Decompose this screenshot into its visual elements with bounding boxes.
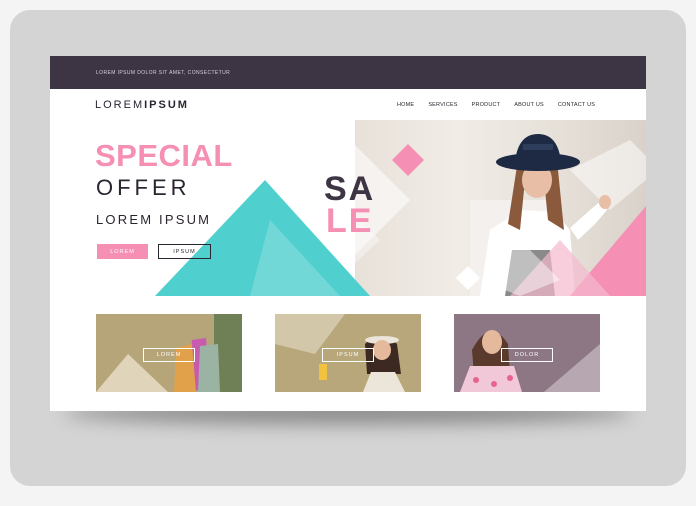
top-bar: LOREM IPSUM DOLOR SIT AMET, CONSECTETUR [50, 56, 646, 89]
hero-headline: SPECIAL [95, 138, 233, 173]
hero-pink-diamond [392, 144, 424, 176]
nav-product[interactable]: PRODUCT [472, 102, 501, 108]
nav-about-us[interactable]: ABOUT US [514, 102, 544, 108]
website-page: LOREM IPSUM DOLOR SIT AMET, CONSECTETUR … [50, 56, 646, 411]
nav-services[interactable]: SERVICES [428, 102, 457, 108]
nav-home[interactable]: HOME [397, 102, 414, 108]
category-card-3[interactable]: DOLOR [454, 314, 600, 392]
top-bar-tagline: LOREM IPSUM DOLOR SIT AMET, CONSECTETUR [96, 70, 231, 76]
hero-secondary-button[interactable]: IPSUM [158, 244, 211, 259]
nav-contact-us[interactable]: CONTACT US [558, 102, 595, 108]
sale-text-line-1: SA [324, 170, 376, 208]
main-nav: HOME SERVICES PRODUCT ABOUT US CONTACT U… [397, 102, 609, 108]
hero-banner: SPECIAL OFFER LOREM IPSUM LOREM IPSUM SA… [50, 120, 646, 296]
sale-text-line-2: LE [326, 202, 374, 240]
category-card-2[interactable]: IPSUM [275, 314, 421, 392]
card-2-button[interactable]: IPSUM [322, 348, 374, 362]
hero-tagline: LOREM IPSUM [96, 212, 212, 227]
card-1-button[interactable]: LOREM [143, 348, 195, 362]
card-3-button[interactable]: DOLOR [501, 348, 553, 362]
site-logo[interactable]: LOREMIPSUM [95, 99, 189, 111]
category-card-1[interactable]: LOREM [96, 314, 242, 392]
hero-primary-button[interactable]: LOREM [97, 244, 148, 259]
logo-part-2: IPSUM [144, 99, 189, 111]
logo-part-1: LOREM [95, 99, 145, 111]
hero-subheadline: OFFER [96, 175, 191, 200]
